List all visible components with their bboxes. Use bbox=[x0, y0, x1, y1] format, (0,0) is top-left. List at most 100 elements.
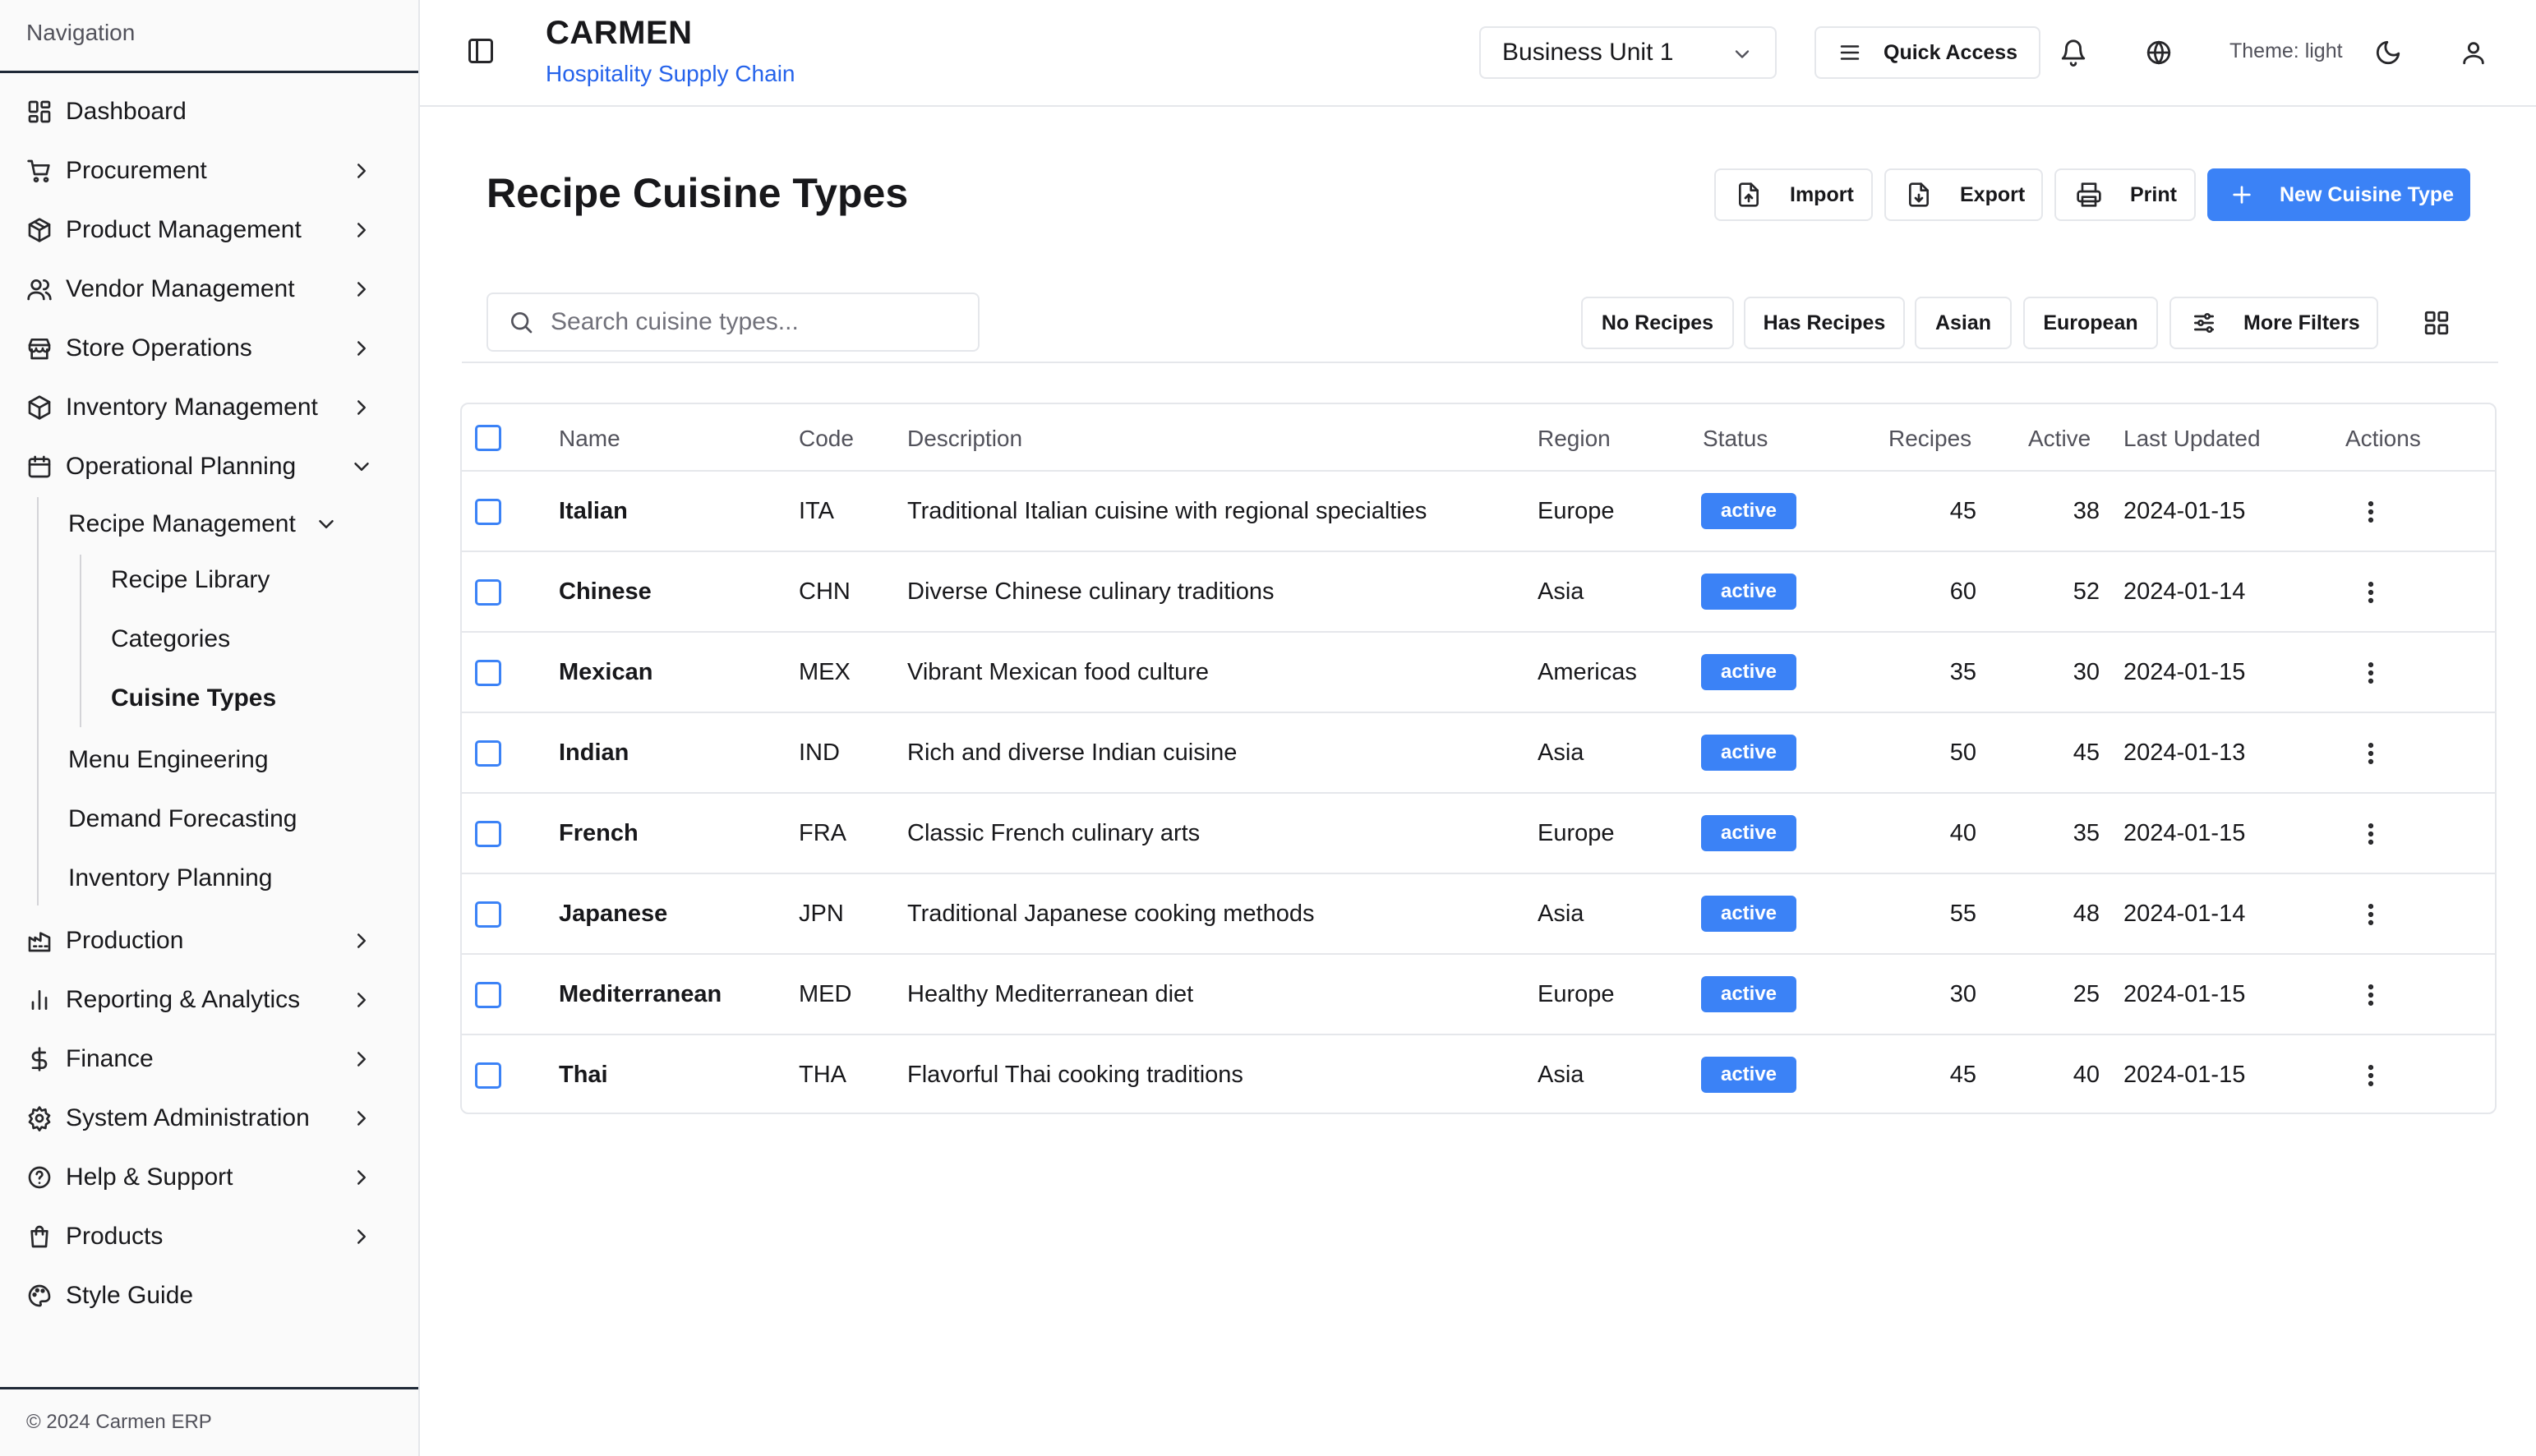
filter-no-recipes[interactable]: No Recipes bbox=[1581, 297, 1734, 349]
cell-active: 30 bbox=[2073, 659, 2100, 685]
cell-name[interactable]: Chinese bbox=[559, 578, 652, 606]
sidebar-item-recipe-management[interactable]: Recipe Management bbox=[68, 498, 339, 551]
sidebar-item-dashboard[interactable]: Dashboard bbox=[0, 85, 418, 138]
import-button[interactable]: Import bbox=[1714, 168, 1873, 221]
table-row[interactable]: Indian IND Rich and diverse Indian cuisine… bbox=[462, 713, 2495, 794]
print-button[interactable]: Print bbox=[2054, 168, 2196, 221]
table-row[interactable]: Mediterranean MED Healthy Mediterranean di… bbox=[462, 955, 2495, 1035]
row-checkbox[interactable] bbox=[475, 579, 501, 606]
column-header-name[interactable]: Name bbox=[559, 426, 620, 452]
select-all-checkbox[interactable] bbox=[475, 425, 501, 451]
sidebar-item-cuisine-types[interactable]: Cuisine Types bbox=[111, 672, 276, 725]
cell-name[interactable]: French bbox=[559, 820, 639, 847]
table-row[interactable]: French FRA Classic French culinary arts Eur… bbox=[462, 794, 2495, 874]
more-vertical-icon[interactable] bbox=[2357, 498, 2385, 526]
search-box[interactable] bbox=[486, 293, 980, 352]
cell-code: MED bbox=[799, 981, 852, 1007]
sidebar-item-label: Inventory Planning bbox=[68, 864, 273, 892]
sidebar-item-inventory-planning[interactable]: Inventory Planning bbox=[68, 852, 273, 905]
filter-european[interactable]: European bbox=[2023, 297, 2158, 349]
row-checkbox[interactable] bbox=[475, 740, 501, 767]
sidebar-item-label: Demand Forecasting bbox=[68, 805, 297, 832]
more-vertical-icon[interactable] bbox=[2357, 578, 2385, 606]
sidebar-item-products[interactable]: Products bbox=[0, 1210, 418, 1263]
sidebar-toggle-icon[interactable] bbox=[466, 36, 496, 66]
cell-name[interactable]: Italian bbox=[559, 498, 628, 525]
more-vertical-icon[interactable] bbox=[2357, 659, 2385, 687]
column-header-status[interactable]: Status bbox=[1703, 426, 1768, 452]
row-checkbox[interactable] bbox=[475, 901, 501, 928]
business-unit-select[interactable]: Business Unit 1 bbox=[1479, 26, 1777, 79]
sidebar-item-finance[interactable]: Finance bbox=[0, 1033, 418, 1085]
row-checkbox[interactable] bbox=[475, 1062, 501, 1089]
cell-name[interactable]: Thai bbox=[559, 1062, 608, 1089]
more-vertical-icon[interactable] bbox=[2357, 740, 2385, 767]
sidebar-item-operational-planning[interactable]: Operational Planning bbox=[0, 440, 418, 493]
row-checkbox[interactable] bbox=[475, 660, 501, 686]
bell-icon[interactable] bbox=[2059, 39, 2087, 67]
cell-active: 45 bbox=[2073, 740, 2100, 766]
globe-icon[interactable] bbox=[2145, 39, 2173, 67]
cell-name[interactable]: Indian bbox=[559, 740, 629, 767]
sidebar-item-help-support[interactable]: Help & Support bbox=[0, 1151, 418, 1204]
package-icon bbox=[26, 394, 53, 421]
bar-chart-icon bbox=[26, 987, 53, 1013]
table-row[interactable]: Mexican MEX Vibrant Mexican food culture Am… bbox=[462, 633, 2495, 713]
column-header-active[interactable]: Active bbox=[2028, 426, 2091, 452]
brand-subtitle: Hospitality Supply Chain bbox=[546, 61, 795, 86]
cell-active: 52 bbox=[2073, 578, 2100, 605]
cell-name[interactable]: Japanese bbox=[559, 901, 667, 928]
sidebar-item-label: Procurement bbox=[66, 157, 207, 184]
sidebar-item-vendor-management[interactable]: Vendor Management bbox=[0, 263, 418, 316]
search-input[interactable] bbox=[551, 308, 961, 336]
table-row[interactable]: Italian ITA Traditional Italian cuisine wi… bbox=[462, 472, 2495, 552]
moon-icon[interactable] bbox=[2374, 39, 2402, 67]
cell-active: 35 bbox=[2073, 820, 2100, 846]
cell-last-updated: 2024-01-15 bbox=[2123, 1062, 2246, 1088]
row-checkbox[interactable] bbox=[475, 982, 501, 1008]
quick-access-button[interactable]: Quick Access bbox=[1814, 26, 2040, 79]
sidebar-item-inventory-management[interactable]: Inventory Management bbox=[0, 381, 418, 434]
column-header-code[interactable]: Code bbox=[799, 426, 854, 452]
more-vertical-icon[interactable] bbox=[2357, 1062, 2385, 1090]
sliders-icon bbox=[2191, 310, 2217, 336]
filter-asian[interactable]: Asian bbox=[1915, 297, 2012, 349]
sidebar-item-reporting-analytics[interactable]: Reporting & Analytics bbox=[0, 974, 418, 1026]
filter-has-recipes[interactable]: Has Recipes bbox=[1744, 297, 1905, 349]
sidebar-item-categories[interactable]: Categories bbox=[111, 613, 230, 666]
chevron-down-icon bbox=[349, 454, 374, 479]
user-icon[interactable] bbox=[2460, 39, 2488, 67]
sidebar-item-system-administration[interactable]: System Administration bbox=[0, 1092, 418, 1145]
column-header-description[interactable]: Description bbox=[907, 426, 1022, 452]
table-row[interactable]: Japanese JPN Traditional Japanese cooking … bbox=[462, 874, 2495, 955]
chevron-right-icon bbox=[349, 1165, 374, 1190]
more-filters-button[interactable]: More Filters bbox=[2169, 297, 2378, 349]
sidebar-item-demand-forecasting[interactable]: Demand Forecasting bbox=[68, 793, 297, 845]
sidebar-item-procurement[interactable]: Procurement bbox=[0, 145, 418, 197]
sidebar-item-production[interactable]: Production bbox=[0, 915, 418, 967]
new-cuisine-type-button[interactable]: New Cuisine Type bbox=[2207, 168, 2470, 221]
column-header-last-updated[interactable]: Last Updated bbox=[2123, 426, 2261, 452]
cell-name[interactable]: Mexican bbox=[559, 659, 652, 686]
sidebar-item-product-management[interactable]: Product Management bbox=[0, 204, 418, 256]
row-checkbox[interactable] bbox=[475, 499, 501, 525]
grid-view-icon[interactable] bbox=[2423, 309, 2451, 337]
sidebar-item-recipe-library[interactable]: Recipe Library bbox=[111, 554, 270, 606]
export-button[interactable]: Export bbox=[1884, 168, 2043, 221]
sidebar-item-label: Help & Support bbox=[66, 1163, 233, 1191]
sidebar-item-menu-engineering[interactable]: Menu Engineering bbox=[68, 734, 269, 786]
more-vertical-icon[interactable] bbox=[2357, 901, 2385, 928]
more-vertical-icon[interactable] bbox=[2357, 820, 2385, 848]
table-row[interactable]: Chinese CHN Diverse Chinese culinary tradi… bbox=[462, 552, 2495, 633]
sidebar-item-style-guide[interactable]: Style Guide bbox=[0, 1269, 418, 1322]
more-vertical-icon[interactable] bbox=[2357, 981, 2385, 1009]
sidebar-item-store-operations[interactable]: Store Operations bbox=[0, 322, 418, 375]
row-checkbox[interactable] bbox=[475, 821, 501, 847]
table-header: Name Code Description Region Status Reci… bbox=[462, 404, 2495, 472]
column-header-recipes[interactable]: Recipes bbox=[1888, 426, 1971, 452]
cell-description: Rich and diverse Indian cuisine bbox=[907, 740, 1238, 766]
cell-name[interactable]: Mediterranean bbox=[559, 981, 722, 1008]
column-header-region[interactable]: Region bbox=[1538, 426, 1611, 452]
sidebar-item-label: Product Management bbox=[66, 216, 302, 243]
table-row[interactable]: Thai THA Flavorful Thai cooking traditions… bbox=[462, 1035, 2495, 1116]
